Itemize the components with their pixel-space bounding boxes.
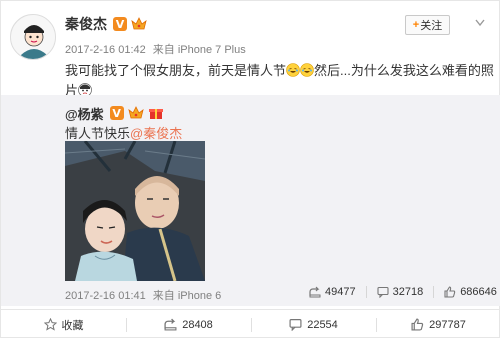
gift-badge-icon bbox=[148, 109, 163, 119]
action-bar: 收藏 28408 22554 297787 bbox=[1, 309, 500, 338]
verified-icon: V bbox=[109, 106, 124, 120]
repost-device[interactable]: iPhone 6 bbox=[178, 290, 221, 302]
repost-stats: 49477 32718 686646 bbox=[309, 286, 497, 298]
repost-text: 情人节快乐@秦俊杰 bbox=[65, 123, 182, 142]
forward-icon bbox=[164, 318, 177, 331]
post-meta: 2017-2-16 01:42 来自 iPhone 7 Plus bbox=[65, 41, 246, 57]
avatar[interactable] bbox=[10, 14, 56, 60]
follow-label: 关注 bbox=[420, 20, 443, 32]
comment-icon bbox=[289, 319, 302, 331]
laugh-cry-emoji-icon bbox=[300, 63, 314, 77]
repost-text-body: 情人节快乐 bbox=[65, 126, 131, 141]
vip-crown-icon bbox=[128, 106, 144, 119]
laugh-cry-emoji-icon bbox=[286, 63, 300, 77]
thumbs-up-icon bbox=[411, 318, 424, 331]
source-prefix: 来自 bbox=[152, 44, 175, 56]
weibo-post-card: 秦俊杰 V 2017-2-16 01:42 来自 iPhone 7 Plus +… bbox=[0, 0, 500, 338]
repost-author-row: @杨紫 V bbox=[65, 104, 164, 123]
author-name[interactable]: 秦俊杰 bbox=[65, 14, 107, 34]
repost-badges: V bbox=[108, 106, 164, 120]
favorite-button[interactable]: 收藏 bbox=[1, 310, 126, 338]
repost-forward-stat[interactable]: 49477 bbox=[309, 286, 356, 298]
forward-button[interactable]: 28408 bbox=[126, 310, 251, 338]
repost-comment-count: 32718 bbox=[392, 286, 424, 298]
author-row: 秦俊杰 V bbox=[65, 15, 147, 33]
repost-comment-stat[interactable]: 32718 bbox=[356, 286, 424, 298]
plus-icon: + bbox=[412, 19, 420, 31]
repost-like-stat[interactable]: 686646 bbox=[423, 286, 497, 298]
verified-icon: V bbox=[113, 17, 127, 31]
post-text-part-1: 我可能找了个假女朋友，前天是情人节 bbox=[65, 63, 287, 78]
forward-icon bbox=[309, 286, 321, 298]
like-button[interactable]: 297787 bbox=[376, 310, 500, 338]
repost-author-name[interactable]: @杨紫 bbox=[65, 104, 104, 123]
comment-button[interactable]: 22554 bbox=[251, 310, 376, 338]
repost-forward-count: 49477 bbox=[325, 286, 356, 298]
repost-like-count: 686646 bbox=[460, 286, 497, 298]
star-icon bbox=[43, 318, 57, 331]
follow-button[interactable]: + 关注 bbox=[405, 15, 450, 35]
comment-count: 22554 bbox=[307, 318, 338, 331]
comment-icon bbox=[377, 286, 389, 298]
mention-link[interactable]: @秦俊杰 bbox=[130, 126, 182, 141]
repost-meta: 2017-2-16 01:41 来自 iPhone 6 bbox=[65, 287, 221, 303]
post-device[interactable]: iPhone 7 Plus bbox=[178, 44, 246, 56]
thumbs-up-icon bbox=[444, 286, 456, 298]
forward-count: 28408 bbox=[182, 318, 213, 331]
like-count: 297787 bbox=[429, 318, 466, 331]
repost-time[interactable]: 2017-2-16 01:41 bbox=[65, 290, 146, 302]
post-photo[interactable] bbox=[65, 141, 205, 281]
vip-crown-icon bbox=[131, 17, 147, 30]
favorite-label: 收藏 bbox=[61, 319, 84, 332]
chevron-down-icon[interactable] bbox=[475, 19, 485, 27]
repost-source-prefix: 来自 bbox=[152, 290, 175, 302]
post-time[interactable]: 2017-2-16 01:42 bbox=[65, 44, 146, 56]
